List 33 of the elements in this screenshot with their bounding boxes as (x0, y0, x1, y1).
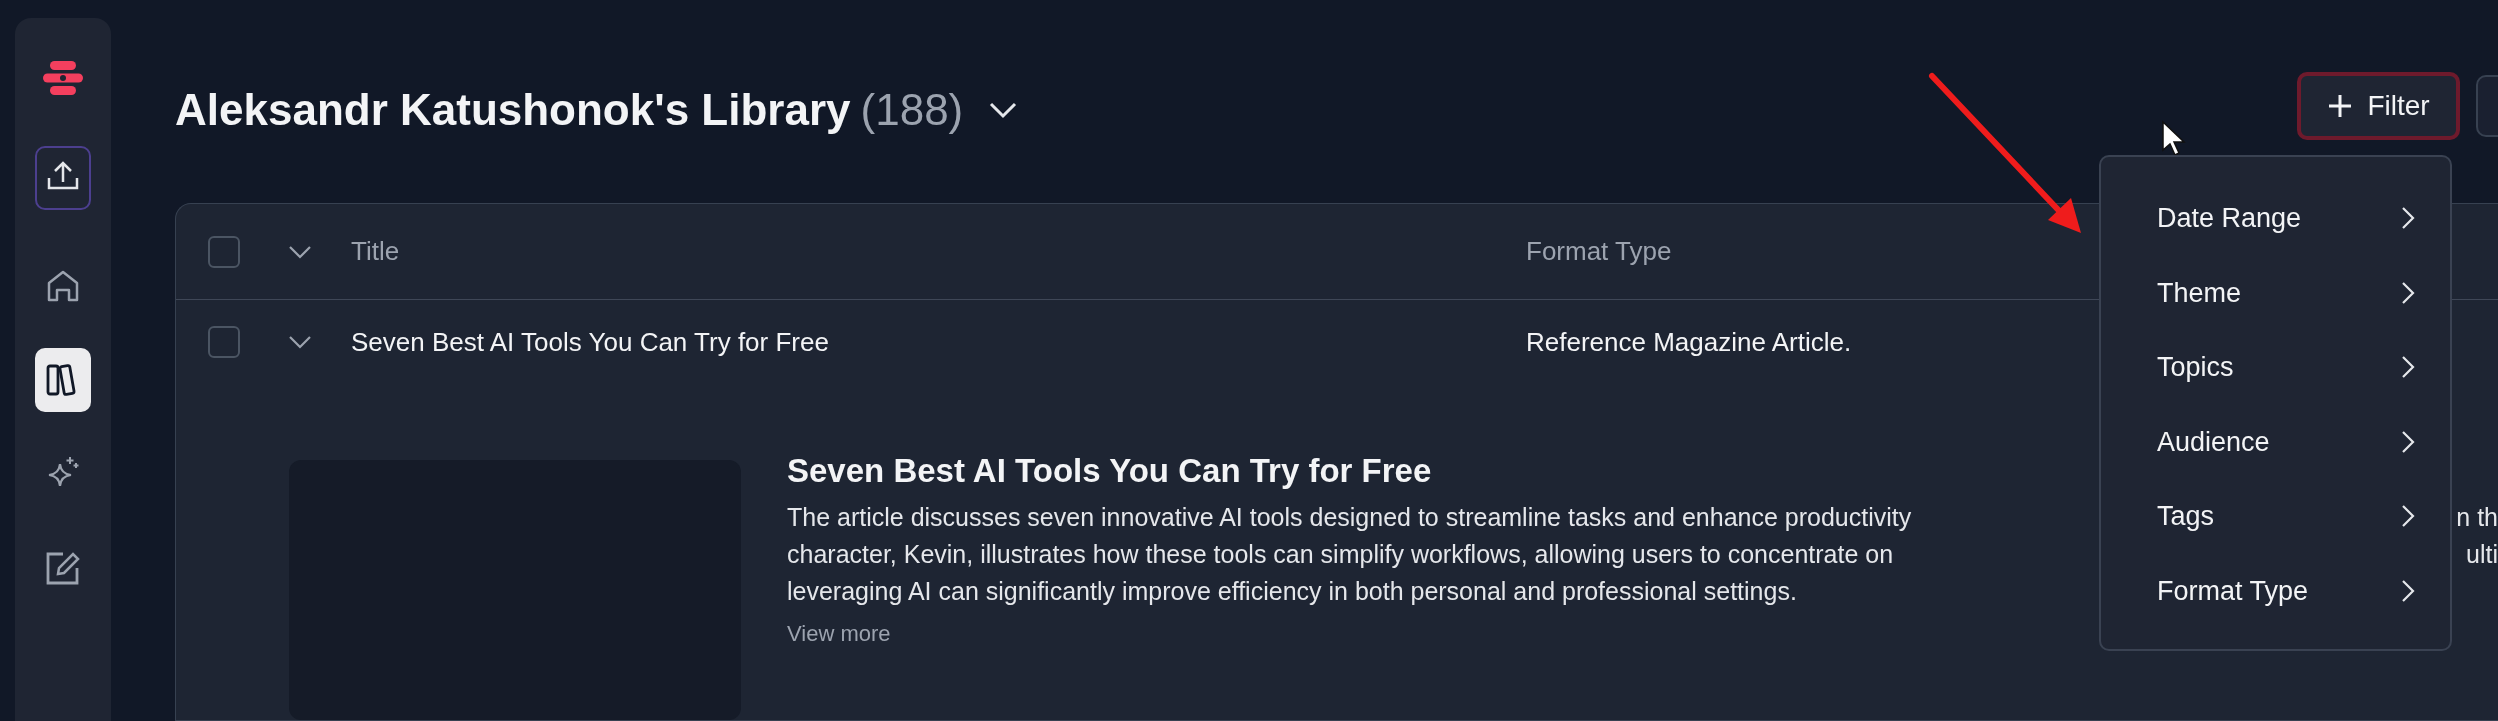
description-text: The article discusses seven innovative AI tools designed to streamline tasks and enhance productivity (787, 502, 1912, 534)
item-count: (188) (860, 84, 964, 136)
chevron-right-icon (2400, 577, 2416, 604)
column-header: Format Type (1526, 235, 1672, 268)
table-cell-text: Seven Best AI Tools You Can Try for Free (351, 325, 830, 359)
page-title: Aleksandr Katushonok's Library (175, 84, 851, 136)
menu-item[interactable]: Theme (2101, 255, 2450, 330)
cursor-icon (2161, 120, 2187, 158)
menu-item[interactable]: Audience (2101, 404, 2450, 479)
menu-item[interactable]: Tags (2101, 479, 2450, 554)
menu-item[interactable]: Date Range (2101, 181, 2450, 256)
menu-item[interactable]: Format Type (2101, 553, 2450, 628)
upload-button[interactable] (35, 146, 91, 210)
article-heading: Seven Best AI Tools You Can Try for Free (787, 451, 1433, 491)
checkbox[interactable] (208, 235, 240, 268)
view-more-link[interactable]: View more (787, 616, 891, 650)
description-text: character, Kevin, illustrates how these tools can simplify workflows, allowing users to concentrate on (787, 539, 1894, 571)
description-text: leveraging AI can significantly improve efficiency in both personal and professional settings. (787, 576, 1797, 608)
plus-icon (2327, 93, 2354, 119)
description-text: n th (2455, 502, 2498, 534)
checkbox[interactable] (208, 326, 240, 358)
sidebar-item[interactable] (35, 348, 91, 412)
column-header: Title (351, 235, 401, 268)
chevron-down-icon (287, 334, 313, 350)
chevron-right-icon (2400, 428, 2416, 455)
table-cell-text: Reference Magazine Article. (1526, 325, 1852, 359)
app-logo (43, 60, 83, 96)
filter-button[interactable]: Filter (2297, 72, 2460, 140)
chevron-down-icon (988, 101, 1019, 119)
chevron-right-icon (2400, 279, 2416, 306)
chevron-down-icon (287, 243, 313, 260)
menu-item[interactable]: Topics (2101, 330, 2450, 405)
description-text: ulti (2465, 539, 2498, 571)
